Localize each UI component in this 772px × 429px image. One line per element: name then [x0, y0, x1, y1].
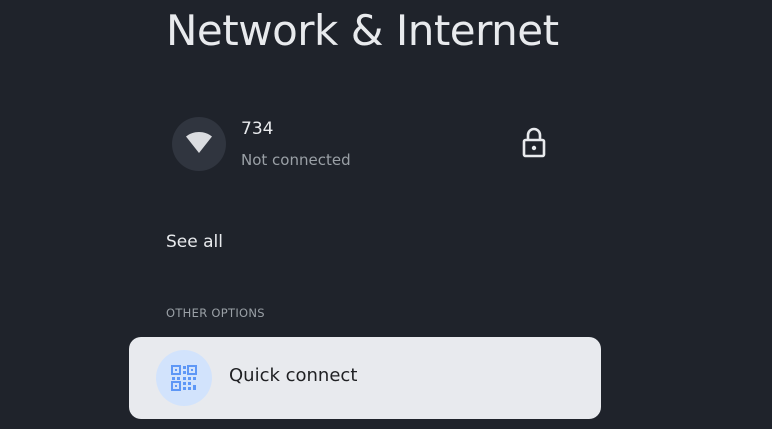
network-name: 734 [241, 119, 274, 139]
wifi-icon-container [172, 117, 226, 171]
network-item[interactable]: 734 Not connected [172, 110, 562, 174]
network-status: Not connected [241, 151, 351, 169]
qr-code-icon [171, 365, 197, 391]
page-title: Network & Internet [166, 6, 559, 55]
quick-connect-button[interactable]: Quick connect [129, 337, 601, 419]
wifi-icon [186, 132, 212, 153]
quick-connect-label: Quick connect [229, 365, 358, 386]
other-options-heading: OTHER OPTIONS [166, 306, 265, 320]
see-all-button[interactable]: See all [166, 232, 223, 252]
qr-icon-container [156, 350, 212, 406]
network-settings-screen: Network & Internet 734 Not connected See… [0, 0, 772, 429]
lock-icon [522, 127, 546, 158]
